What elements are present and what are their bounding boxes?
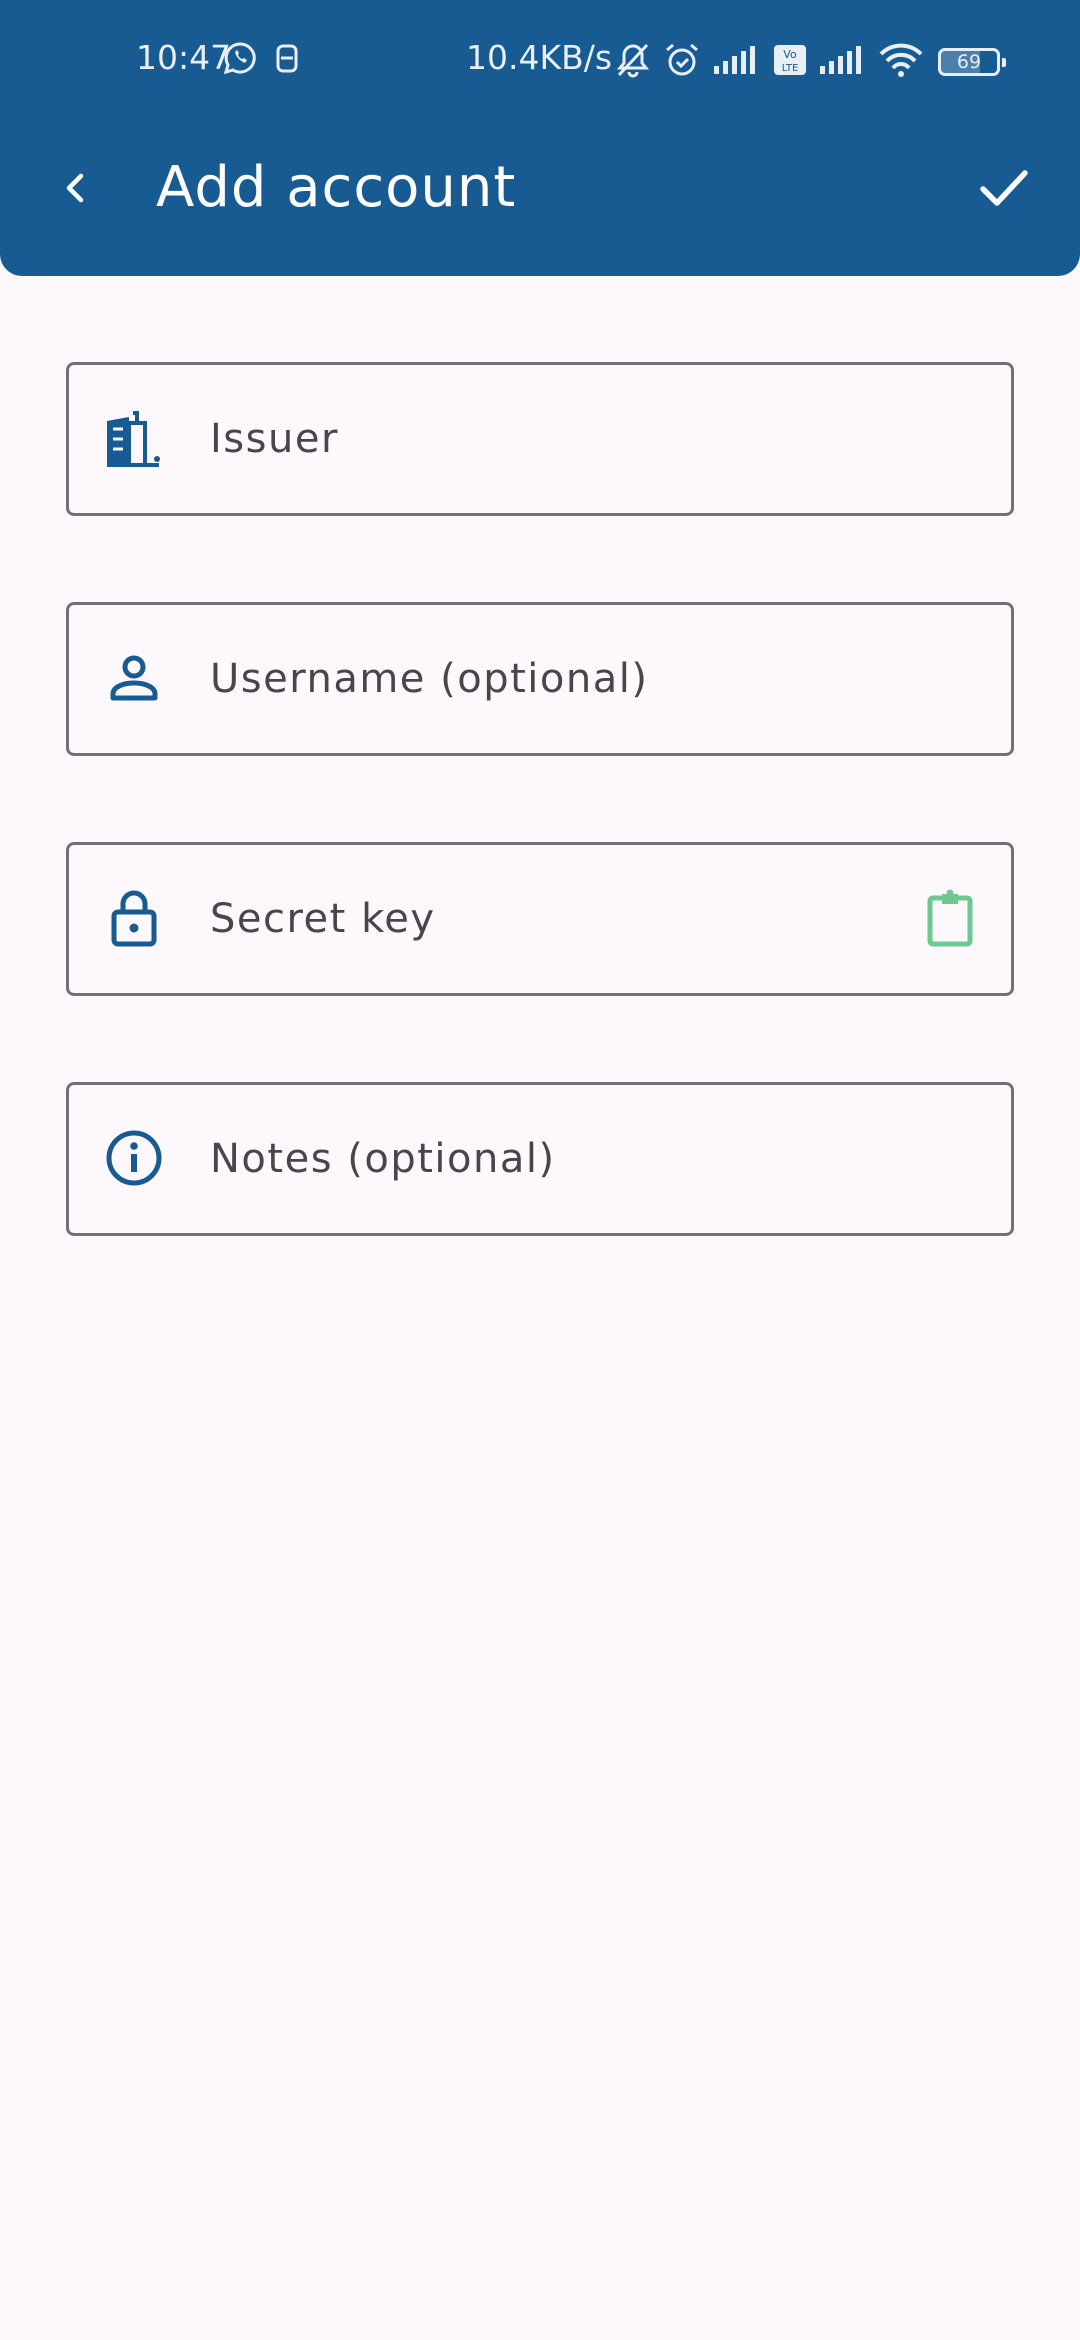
paste-clipboard-icon (927, 889, 973, 947)
username-input[interactable] (210, 605, 911, 753)
person-icon (101, 645, 167, 711)
secret-key-input[interactable] (210, 845, 911, 993)
info-icon (101, 1125, 167, 1191)
chevron-left-icon (66, 173, 84, 203)
status-time: 10:47 (136, 38, 232, 77)
svg-text:Vo: Vo (783, 48, 797, 61)
sim-card-icon (272, 41, 302, 79)
app-bar: 10:47 10.4KB/s Vo LTE 69 Add account (0, 0, 1080, 276)
status-right-icons: Vo LTE 69 (614, 40, 1006, 84)
alarm-icon (662, 40, 702, 84)
signal-icon (712, 44, 762, 80)
bell-off-icon (614, 41, 652, 83)
page-title: Add account (156, 155, 517, 220)
status-left-icons (222, 40, 302, 80)
volte-icon: Vo LTE (772, 43, 808, 81)
battery-level: 69 (956, 51, 982, 73)
battery-icon: 69 (938, 48, 1006, 76)
lock-icon (101, 885, 167, 951)
issuer-input[interactable] (210, 365, 911, 513)
notes-field[interactable] (66, 1082, 1014, 1236)
issuer-field[interactable] (66, 362, 1014, 516)
check-icon (980, 170, 1028, 206)
wifi-icon (878, 42, 924, 82)
status-bar: 10:47 10.4KB/s Vo LTE 69 (0, 0, 1080, 124)
paste-button[interactable] (917, 885, 983, 951)
network-speed: 10.4KB/s (466, 38, 613, 77)
secret-key-field[interactable] (66, 842, 1014, 996)
username-field[interactable] (66, 602, 1014, 756)
save-button[interactable] (966, 150, 1042, 226)
whatsapp-icon (222, 40, 258, 80)
notes-input[interactable] (210, 1085, 911, 1233)
building-icon (101, 405, 167, 471)
signal-icon (818, 44, 868, 80)
back-button[interactable] (46, 150, 106, 226)
svg-text:LTE: LTE (782, 63, 799, 74)
